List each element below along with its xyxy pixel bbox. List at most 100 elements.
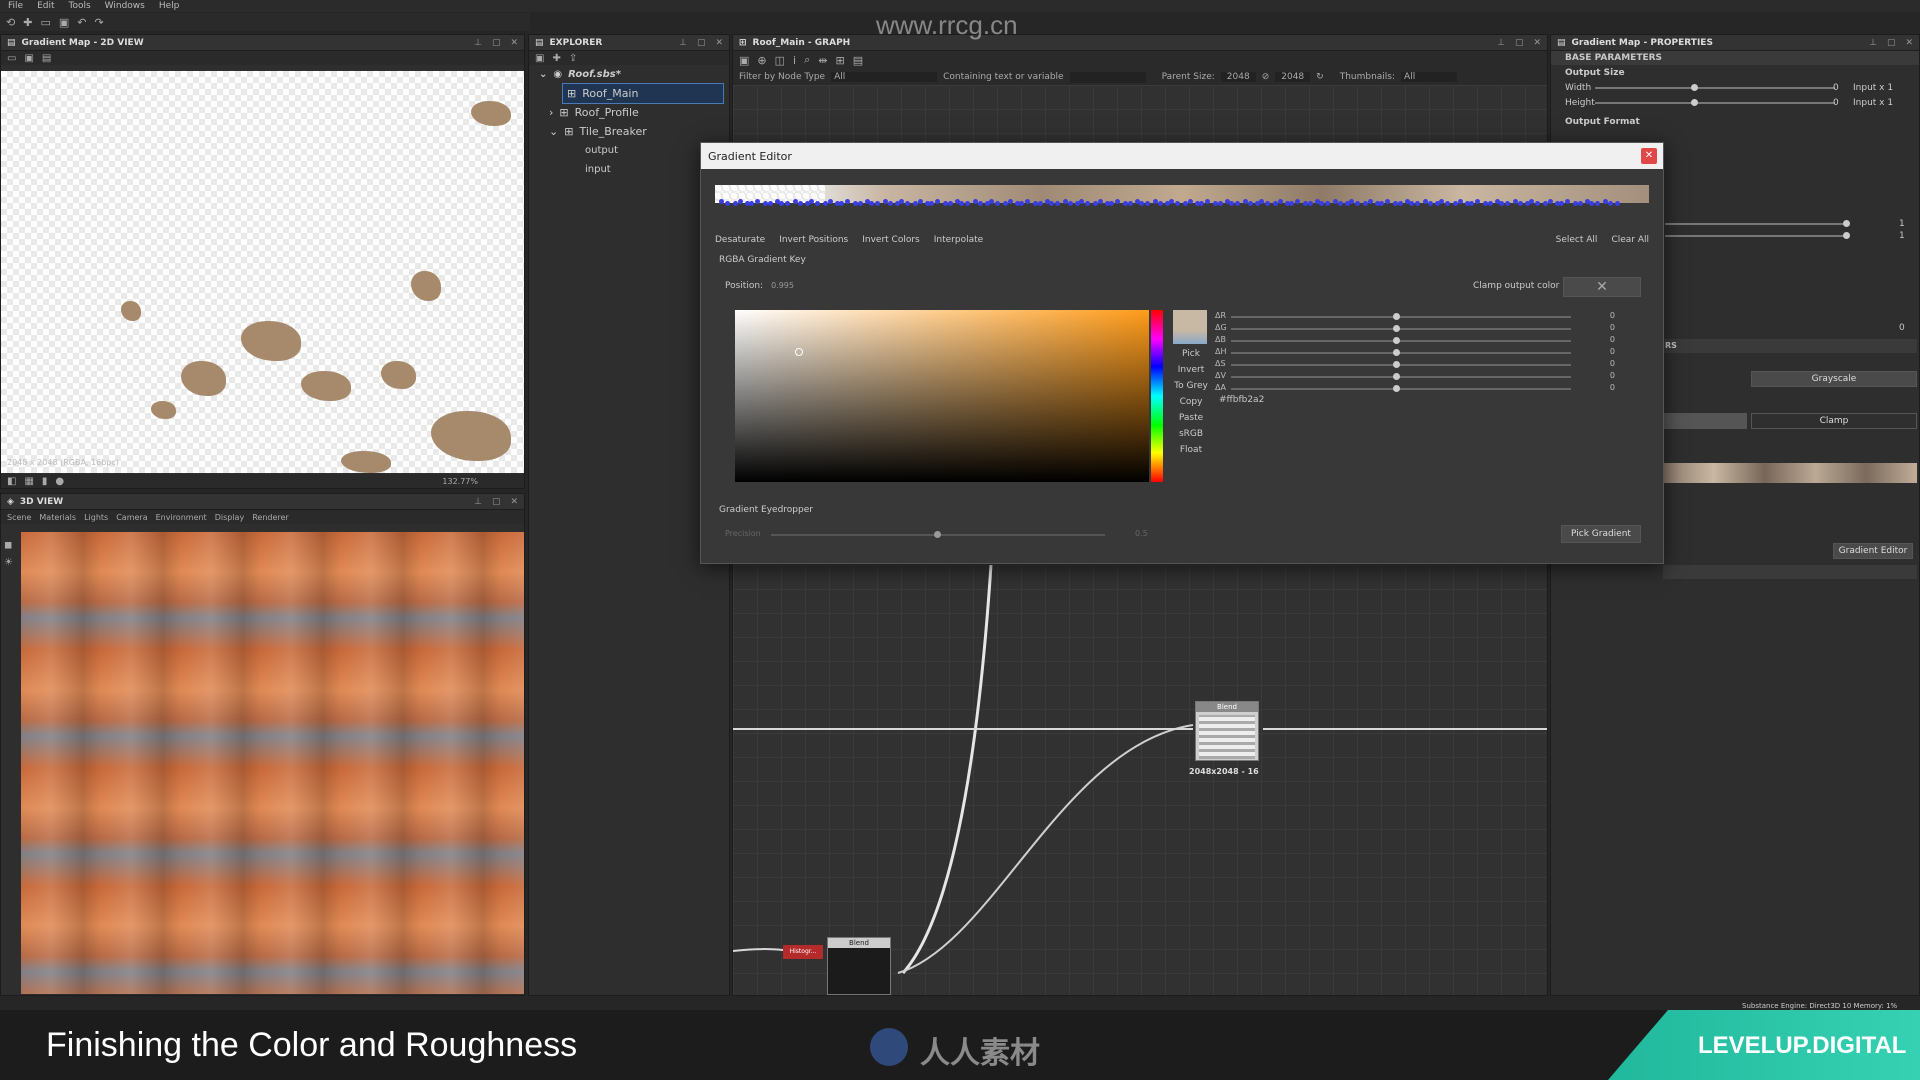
gradient-key-marker[interactable] <box>1615 201 1620 206</box>
gradient-key-marker[interactable] <box>779 201 784 206</box>
new-icon[interactable]: ⟲ <box>6 16 15 29</box>
save-image-icon[interactable]: ▣ <box>24 53 33 64</box>
prop-slider-knob[interactable] <box>1843 232 1850 239</box>
menu-windows[interactable]: Windows <box>105 0 145 12</box>
open-icon[interactable]: ▭ <box>40 16 50 29</box>
pin-icon[interactable]: ⊥ <box>474 497 482 507</box>
clamp-output-toggle[interactable]: ✕ <box>1563 277 1641 297</box>
close-icon[interactable]: ✕ <box>510 38 518 48</box>
gradient-key-marker[interactable] <box>995 201 1000 206</box>
gradient-key-marker[interactable] <box>1559 201 1564 206</box>
gradient-key-marker[interactable] <box>1248 201 1253 206</box>
gradient-key-marker[interactable] <box>959 201 964 206</box>
comment-icon[interactable]: ▤ <box>853 54 863 67</box>
clamp-button-off[interactable] <box>1663 413 1747 429</box>
view3d-menu-environment[interactable]: Environment <box>156 513 207 522</box>
to-grey-option[interactable]: To Grey <box>1169 381 1213 397</box>
gradient-key-marker[interactable] <box>1025 199 1030 204</box>
parent-size-height-select[interactable]: 2048 <box>1275 72 1311 82</box>
position-input[interactable]: 0.995 <box>771 281 794 291</box>
gradient-key-marker[interactable] <box>1188 199 1193 204</box>
gradient-key-marker[interactable] <box>899 199 904 204</box>
link-icon[interactable]: ⇹ <box>818 54 827 67</box>
channel-value[interactable]: 0 <box>1610 311 1615 320</box>
float-icon[interactable]: ▢ <box>697 38 706 48</box>
channel-track[interactable] <box>1231 376 1571 378</box>
gradient-key-marker[interactable] <box>1055 201 1060 206</box>
tree-item-tile-breaker[interactable]: ⌄ ⊞ Tile_Breaker <box>529 122 729 141</box>
gradient-key-marker[interactable] <box>1505 201 1510 206</box>
tree-item-roof-main[interactable]: ⊞ Roof_Main <box>562 83 724 104</box>
gradient-key-marker[interactable] <box>1278 199 1283 204</box>
gradient-key-marker[interactable] <box>1439 199 1444 204</box>
grayscale-button[interactable]: Grayscale <box>1751 371 1917 387</box>
gradient-key-marker[interactable] <box>1565 199 1570 204</box>
gradient-key-marker[interactable] <box>918 199 923 204</box>
gradient-key-marker[interactable] <box>1535 201 1540 206</box>
height-slider-knob[interactable] <box>1691 99 1698 106</box>
section-header-partial[interactable]: RS <box>1663 339 1917 353</box>
gradient-key-marker[interactable] <box>1265 201 1270 206</box>
gradient-key-marker[interactable] <box>1608 201 1613 206</box>
channel-value[interactable]: 0 <box>1610 323 1615 332</box>
prop-value[interactable]: 0 <box>1899 323 1905 333</box>
gradient-key-marker[interactable] <box>1218 201 1223 206</box>
clamp-button[interactable]: Clamp <box>1751 413 1917 429</box>
gradient-key-marker[interactable] <box>725 201 730 206</box>
gradient-key-marker[interactable] <box>1128 201 1133 206</box>
view3d-menu-scene[interactable]: Scene <box>7 513 31 522</box>
float-icon[interactable]: ▢ <box>492 497 501 507</box>
undo-icon[interactable]: ↶ <box>77 16 86 29</box>
gradient-key-marker[interactable] <box>785 201 790 206</box>
invert-option[interactable]: Invert <box>1169 365 1213 381</box>
select-all-button[interactable]: Select All <box>1556 235 1598 245</box>
channel-track[interactable] <box>1231 316 1571 318</box>
channel-track[interactable] <box>1231 388 1571 390</box>
gradient-key-marker[interactable] <box>1415 201 1420 206</box>
gradient-key-marker[interactable] <box>1229 201 1234 206</box>
gradient-key-marker[interactable] <box>1595 201 1600 206</box>
gradient-key-marker[interactable] <box>845 199 850 204</box>
gradient-key-marker[interactable] <box>1158 201 1163 206</box>
chevron-right-icon[interactable]: › <box>549 106 553 119</box>
gradient-key-marker[interactable] <box>1475 199 1480 204</box>
close-icon[interactable]: ✕ <box>510 497 518 507</box>
gradient-key-marker[interactable] <box>1338 201 1343 206</box>
width-mode[interactable]: Input x 1 <box>1853 83 1893 93</box>
gradient-key-marker[interactable] <box>1169 199 1174 204</box>
gradient-key-marker[interactable] <box>1289 201 1294 206</box>
channel-value[interactable]: 0 <box>1610 335 1615 344</box>
channel-value[interactable]: 0 <box>1610 383 1615 392</box>
gradient-key-marker[interactable] <box>1428 201 1433 206</box>
view3d-menu-materials[interactable]: Materials <box>39 513 76 522</box>
menu-edit[interactable]: Edit <box>37 0 54 12</box>
chevron-down-icon[interactable]: ⌄ <box>539 69 547 80</box>
gradient-key-marker[interactable] <box>755 199 760 204</box>
gradient-key-marker[interactable] <box>809 199 814 204</box>
gradient-key-marker[interactable] <box>989 199 994 204</box>
channel-track[interactable] <box>1231 328 1571 330</box>
pick-gradient-button[interactable]: Pick Gradient <box>1561 525 1641 543</box>
gradient-key-marker[interactable] <box>1049 201 1054 206</box>
channel-track[interactable] <box>1231 340 1571 342</box>
tree-item-roof-profile[interactable]: › ⊞ Roof_Profile <box>529 103 729 122</box>
gradient-key-marker[interactable] <box>1038 201 1043 206</box>
gradient-key-marker[interactable] <box>935 199 940 204</box>
close-icon[interactable]: ✕ <box>1905 38 1913 48</box>
export-icon[interactable]: ▤ <box>42 53 51 64</box>
gradient-key-marker[interactable] <box>1098 199 1103 204</box>
gradient-key-marker[interactable] <box>1458 199 1463 204</box>
light-icon[interactable]: ☀ <box>4 557 13 568</box>
view3d-canvas[interactable] <box>21 532 524 994</box>
saturation-value-picker[interactable] <box>735 310 1149 482</box>
gradient-key-marker[interactable] <box>1368 199 1373 204</box>
gradient-key-marker[interactable] <box>1319 201 1324 206</box>
view3d-menu-renderer[interactable]: Renderer <box>252 513 289 522</box>
gradient-editor-button[interactable]: Gradient Editor <box>1833 543 1913 559</box>
gradient-key-marker[interactable] <box>1409 201 1414 206</box>
prop-value[interactable]: 1 <box>1899 231 1905 241</box>
layers-icon[interactable]: ◧ <box>7 476 16 487</box>
width-slider-track[interactable] <box>1595 87 1835 89</box>
view3d-menu-camera[interactable]: Camera <box>116 513 147 522</box>
gradient-key-marker[interactable] <box>719 199 724 204</box>
